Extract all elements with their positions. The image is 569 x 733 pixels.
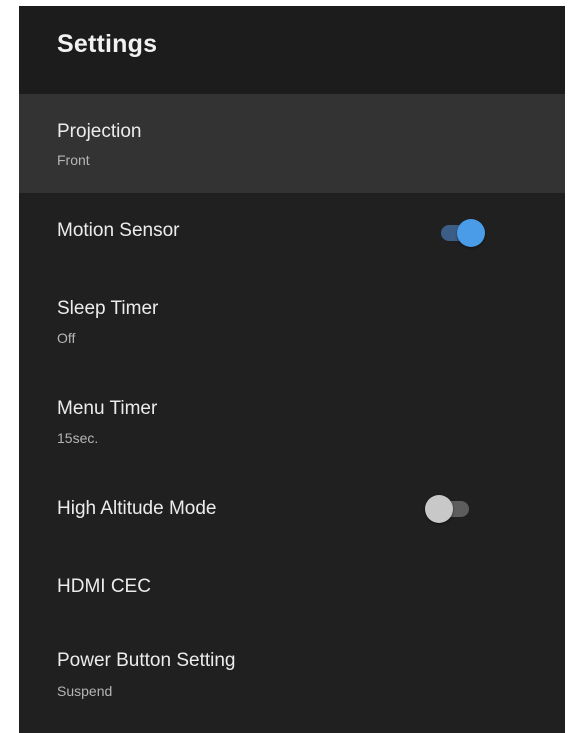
setting-item-menu-timer[interactable]: Menu Timer 15sec. [19,371,565,471]
setting-value: Off [57,330,76,346]
setting-item-high-altitude-mode[interactable]: High Altitude Mode [19,471,565,549]
toggle-thumb [425,495,453,523]
toggle-thumb [457,219,485,247]
setting-value: 15sec. [57,430,99,446]
setting-value: Front [57,152,90,168]
setting-label: Sleep Timer [57,298,159,319]
setting-label: Power Button Setting [57,650,236,671]
setting-item-sleep-timer[interactable]: Sleep Timer Off [19,271,565,371]
setting-label: Projection [57,121,142,142]
setting-item-motion-sensor[interactable]: Motion Sensor [19,193,565,271]
setting-label: Menu Timer [57,398,158,419]
settings-panel: Settings Projection Front Motion Sensor … [19,6,565,733]
setting-label: Motion Sensor [57,220,180,241]
high-altitude-mode-toggle[interactable] [425,493,471,523]
settings-header: Settings [19,6,565,94]
setting-item-hdmi-cec[interactable]: HDMI CEC [19,549,565,629]
setting-label: High Altitude Mode [57,498,217,519]
page-title: Settings [57,30,158,58]
setting-value: Suspend [57,683,113,699]
motion-sensor-toggle[interactable] [437,217,485,247]
setting-label: HDMI CEC [57,576,151,597]
setting-item-power-button-setting[interactable]: Power Button Setting Suspend [19,629,565,733]
setting-item-projection[interactable]: Projection Front [19,94,565,193]
